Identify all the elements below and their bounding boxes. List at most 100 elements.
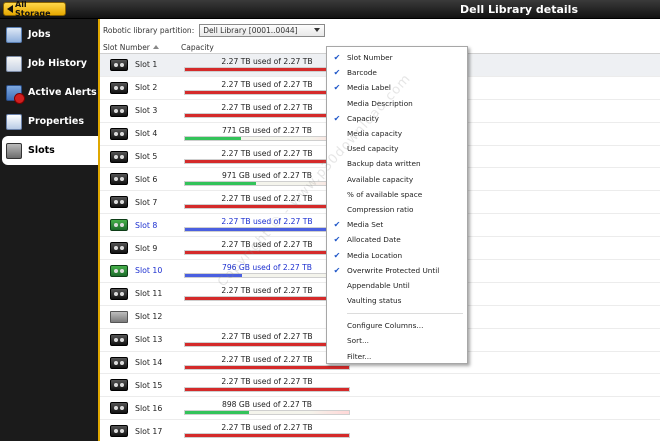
slot-name: Slot 11 (135, 289, 163, 299)
menu-item-column[interactable]: ✔ Overwrite Protected Until (327, 263, 467, 278)
empty-slot-icon (110, 310, 128, 323)
table-row[interactable]: Slot 16 898 GB used of 2.27 TB (100, 397, 660, 421)
menu-item-label: Media Label (347, 83, 391, 93)
menu-item-column[interactable]: ✔ Capacity (327, 111, 467, 126)
chevron-down-icon (314, 28, 321, 32)
menu-item-column[interactable]: ✔ Allocated Date (327, 232, 467, 247)
menu-item-column[interactable]: Available capacity (327, 172, 467, 187)
menu-item-column[interactable]: % of available space (327, 187, 467, 202)
tape-icon (110, 127, 128, 140)
menu-item-action[interactable]: Filter... (327, 349, 467, 364)
table-row[interactable]: Slot 15 2.27 TB used of 2.27 TB (100, 374, 660, 398)
capacity-bar (184, 433, 350, 439)
menu-item-label: Media Set (347, 220, 384, 230)
slot-name: Slot 10 (135, 266, 163, 276)
column-header-slot-number[interactable]: Slot Number (100, 43, 181, 52)
partition-label: Robotic library partition: (103, 25, 195, 35)
all-storage-button[interactable]: All Storage (3, 0, 66, 18)
capacity-bar-fill (185, 228, 349, 232)
jobs-icon (6, 26, 22, 43)
menu-item-column[interactable]: Backup data written (327, 156, 467, 171)
nav-item-slots[interactable]: Slots (2, 136, 98, 165)
menu-item-column[interactable]: Used capacity (327, 141, 467, 156)
slot-name: Slot 5 (135, 152, 158, 161)
menu-item-label: Filter... (347, 351, 372, 361)
capacity-bar (184, 410, 350, 416)
column-header-capacity[interactable]: Capacity (181, 43, 214, 52)
tape-icon (110, 356, 128, 369)
checkmark-icon: ✔ (333, 235, 341, 245)
menu-item-column[interactable]: ✔ Media Label (327, 80, 467, 95)
tape-icon (110, 242, 128, 255)
capacity-bar-fill (185, 411, 249, 415)
capacity-bar-fill (185, 68, 349, 71)
menu-item-column[interactable]: ✔ Slot Number (327, 50, 467, 65)
slot-name: Slot 9 (135, 243, 158, 253)
slot-name: Slot 15 (135, 380, 163, 390)
menu-item-column[interactable]: Appendable Until (327, 278, 467, 293)
menu-item-column[interactable]: ✔ Media Location (327, 247, 467, 262)
menu-item-label: Capacity (347, 113, 379, 123)
alert-icon (6, 84, 25, 104)
capacity-cell: 898 GB used of 2.27 TB (184, 400, 350, 416)
menu-item-action[interactable]: Sort... (327, 333, 467, 348)
menu-item-column[interactable]: ✔ Media Set (327, 217, 467, 232)
slot-name: Slot 17 (135, 426, 163, 436)
nav-item-jobs[interactable]: Jobs (0, 20, 98, 49)
tape-online-icon (110, 219, 128, 232)
page-title: Dell Library details (460, 3, 578, 16)
tape-icon (110, 402, 128, 415)
menu-item-label: Allocated Date (347, 235, 401, 245)
job-history-icon (6, 55, 22, 72)
menu-item-label: Compression ratio (347, 204, 414, 214)
partition-select[interactable]: Dell Library [0001..0044] (199, 23, 326, 37)
table-row[interactable]: Slot 17 2.27 TB used of 2.27 TB (100, 420, 660, 441)
menu-item-label: Overwrite Protected Until (347, 265, 440, 275)
sort-ascending-icon (152, 45, 159, 49)
capacity-bar-fill (185, 251, 349, 255)
menu-item-label: Slot Number (347, 53, 393, 63)
checkmark-icon: ✔ (333, 265, 341, 275)
slot-name: Slot 2 (135, 83, 158, 93)
capacity-bar-fill (185, 205, 349, 209)
tape-icon (110, 196, 128, 209)
menu-item-column[interactable]: Compression ratio (327, 202, 467, 217)
capacity-bar-fill (185, 113, 349, 117)
capacity-bar-fill (185, 136, 241, 140)
menu-item-column[interactable]: ✔ Barcode (327, 65, 467, 80)
checkmark-icon: ✔ (333, 113, 341, 123)
menu-item-label: Media capacity (347, 129, 403, 139)
menu-item-column[interactable]: Vaulting status (327, 293, 467, 308)
column-header-label: Slot Number (103, 42, 150, 52)
capacity-bar-fill (185, 365, 349, 369)
nav-item-active-alerts[interactable]: Active Alerts (0, 78, 98, 107)
checkmark-icon: ✔ (333, 68, 341, 78)
capacity-text: 2.27 TB used of 2.27 TB (221, 377, 313, 387)
left-nav: Jobs Job History Active Alerts Propertie… (0, 19, 98, 441)
slot-name: Slot 7 (135, 197, 158, 207)
menu-item-action[interactable]: Configure Columns... (327, 318, 467, 333)
menu-item-label: Backup data written (347, 159, 421, 169)
slot-name: Slot 14 (135, 358, 163, 368)
tape-icon (110, 173, 128, 186)
checkmark-icon: ✔ (333, 250, 341, 260)
slot-name: Slot 1 (135, 60, 158, 70)
capacity-text: 2.27 TB used of 2.27 TB (221, 423, 313, 433)
capacity-bar-fill (185, 342, 349, 346)
capacity-bar (184, 387, 350, 393)
nav-item-job-history[interactable]: Job History (0, 49, 98, 78)
menu-item-column[interactable]: Media capacity (327, 126, 467, 141)
nav-item-properties[interactable]: Properties (0, 107, 98, 136)
nav-item-label: Properties (28, 116, 84, 127)
tape-icon (110, 425, 128, 438)
nav-item-label: Jobs (28, 29, 51, 40)
capacity-bar-fill (185, 434, 349, 438)
menu-item-label: Media Location (347, 250, 403, 260)
menu-item-column[interactable]: Media Description (327, 96, 467, 111)
checkmark-icon: ✔ (333, 220, 341, 230)
nav-item-label: Slots (28, 145, 55, 156)
all-storage-label: All Storage (15, 0, 51, 18)
checkmark-icon: ✔ (333, 83, 341, 93)
tape-icon (110, 379, 128, 392)
tape-online-icon (110, 264, 128, 277)
